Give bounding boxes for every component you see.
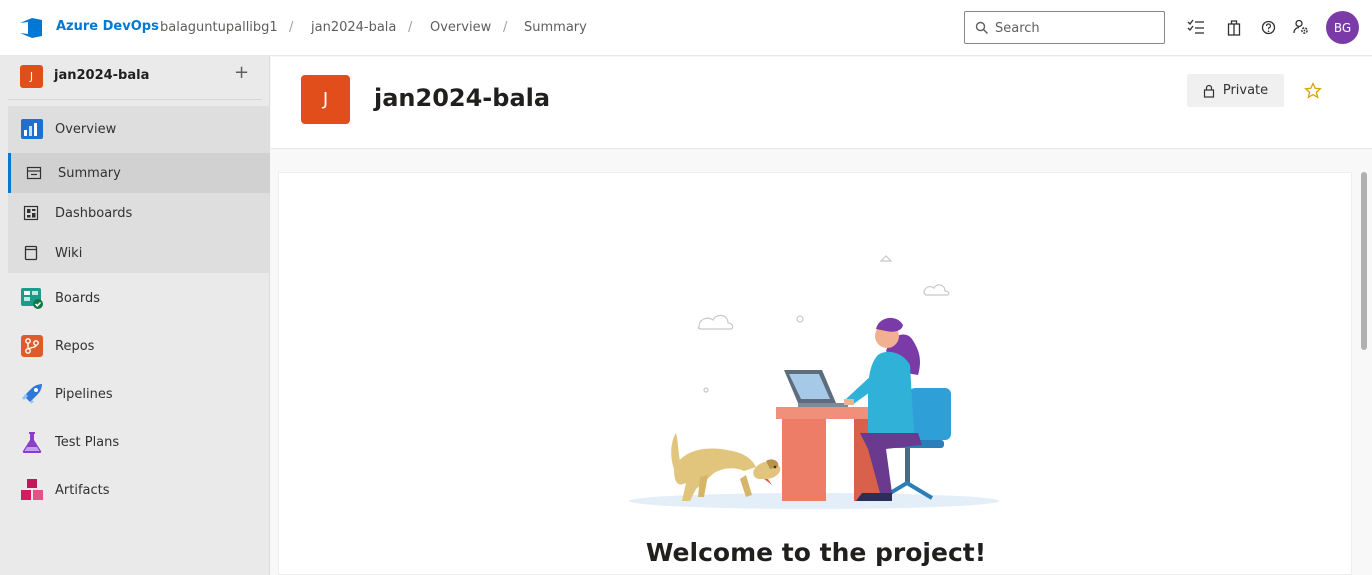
repos-icon bbox=[20, 334, 44, 358]
nav-item-boards[interactable]: Boards bbox=[8, 278, 270, 318]
nav-item-overview[interactable]: Overview bbox=[8, 109, 270, 149]
scrollbar-thumb[interactable] bbox=[1361, 172, 1367, 350]
brand-link[interactable]: Azure DevOps bbox=[56, 19, 159, 34]
breadcrumb-separator: / bbox=[503, 20, 508, 35]
breadcrumb-separator: / bbox=[289, 20, 294, 35]
nav-item-artifacts[interactable]: Artifacts bbox=[8, 470, 270, 510]
test-plans-icon bbox=[20, 430, 44, 454]
nav-item-dashboards[interactable]: Dashboards bbox=[8, 193, 270, 233]
content-scrollbar[interactable] bbox=[1360, 160, 1368, 575]
nav-item-label: Boards bbox=[55, 290, 100, 306]
breadcrumb-organization[interactable]: balaguntupallibg1 bbox=[160, 20, 278, 35]
nav-item-wiki[interactable]: Wiki bbox=[8, 233, 270, 273]
nav-item-label: Dashboards bbox=[55, 205, 133, 221]
wiki-icon bbox=[22, 244, 40, 262]
breadcrumb-summary[interactable]: Summary bbox=[524, 20, 587, 35]
overview-icon bbox=[20, 117, 44, 141]
nav-item-label: Repos bbox=[55, 338, 95, 354]
nav-item-label: Test Plans bbox=[55, 434, 120, 450]
search-box[interactable] bbox=[964, 11, 1165, 44]
nav-item-repos[interactable]: Repos bbox=[8, 326, 270, 366]
nav-item-pipelines[interactable]: Pipelines bbox=[8, 374, 270, 414]
breadcrumb-overview[interactable]: Overview bbox=[430, 20, 491, 35]
project-name[interactable]: jan2024-bala bbox=[54, 68, 149, 83]
welcome-illustration bbox=[629, 255, 999, 509]
pipelines-icon bbox=[20, 382, 44, 406]
welcome-heading: Welcome to the project! bbox=[645, 538, 987, 567]
lock-icon bbox=[1203, 84, 1214, 98]
summary-icon bbox=[25, 164, 43, 182]
project-avatar: J bbox=[301, 75, 350, 124]
breadcrumb-project[interactable]: jan2024-bala bbox=[311, 20, 396, 35]
nav-item-label: Overview bbox=[55, 121, 117, 137]
nav-item-label: Wiki bbox=[55, 245, 83, 261]
project-badge: J bbox=[20, 65, 43, 88]
page-title: jan2024-bala bbox=[374, 84, 551, 112]
nav-item-label: Summary bbox=[58, 165, 121, 181]
nav-item-label: Pipelines bbox=[55, 386, 113, 402]
favorite-star-icon[interactable] bbox=[1304, 82, 1322, 100]
help-icon[interactable] bbox=[1258, 17, 1278, 37]
marketplace-bag-icon[interactable] bbox=[1224, 17, 1244, 37]
breadcrumb-separator: / bbox=[408, 20, 413, 35]
top-bar: Azure DevOps balaguntupallibg1 / jan2024… bbox=[0, 0, 1372, 56]
dashboards-icon bbox=[22, 204, 40, 222]
artifacts-icon bbox=[20, 478, 44, 502]
private-visibility-button[interactable]: Private bbox=[1187, 74, 1284, 107]
user-avatar[interactable]: BG bbox=[1326, 11, 1359, 44]
add-icon[interactable]: + bbox=[234, 62, 249, 83]
user-settings-icon[interactable] bbox=[1291, 17, 1311, 37]
search-input[interactable] bbox=[995, 17, 1155, 39]
nav-item-summary[interactable]: Summary bbox=[8, 153, 270, 193]
nav-item-test-plans[interactable]: Test Plans bbox=[8, 422, 270, 462]
boards-icon bbox=[20, 286, 44, 310]
azure-devops-logo-icon[interactable] bbox=[18, 16, 44, 40]
search-icon bbox=[975, 21, 988, 34]
welcome-card: Welcome to the project! bbox=[278, 172, 1352, 575]
left-navigation: J jan2024-bala + Overview Summary Dashbo… bbox=[0, 56, 270, 575]
project-header: J jan2024-bala + bbox=[8, 56, 262, 100]
nav-item-label: Artifacts bbox=[55, 482, 110, 498]
work-items-icon[interactable] bbox=[1186, 17, 1206, 37]
project-page-header: J jan2024-bala Private bbox=[271, 57, 1372, 149]
private-label: Private bbox=[1222, 83, 1269, 98]
